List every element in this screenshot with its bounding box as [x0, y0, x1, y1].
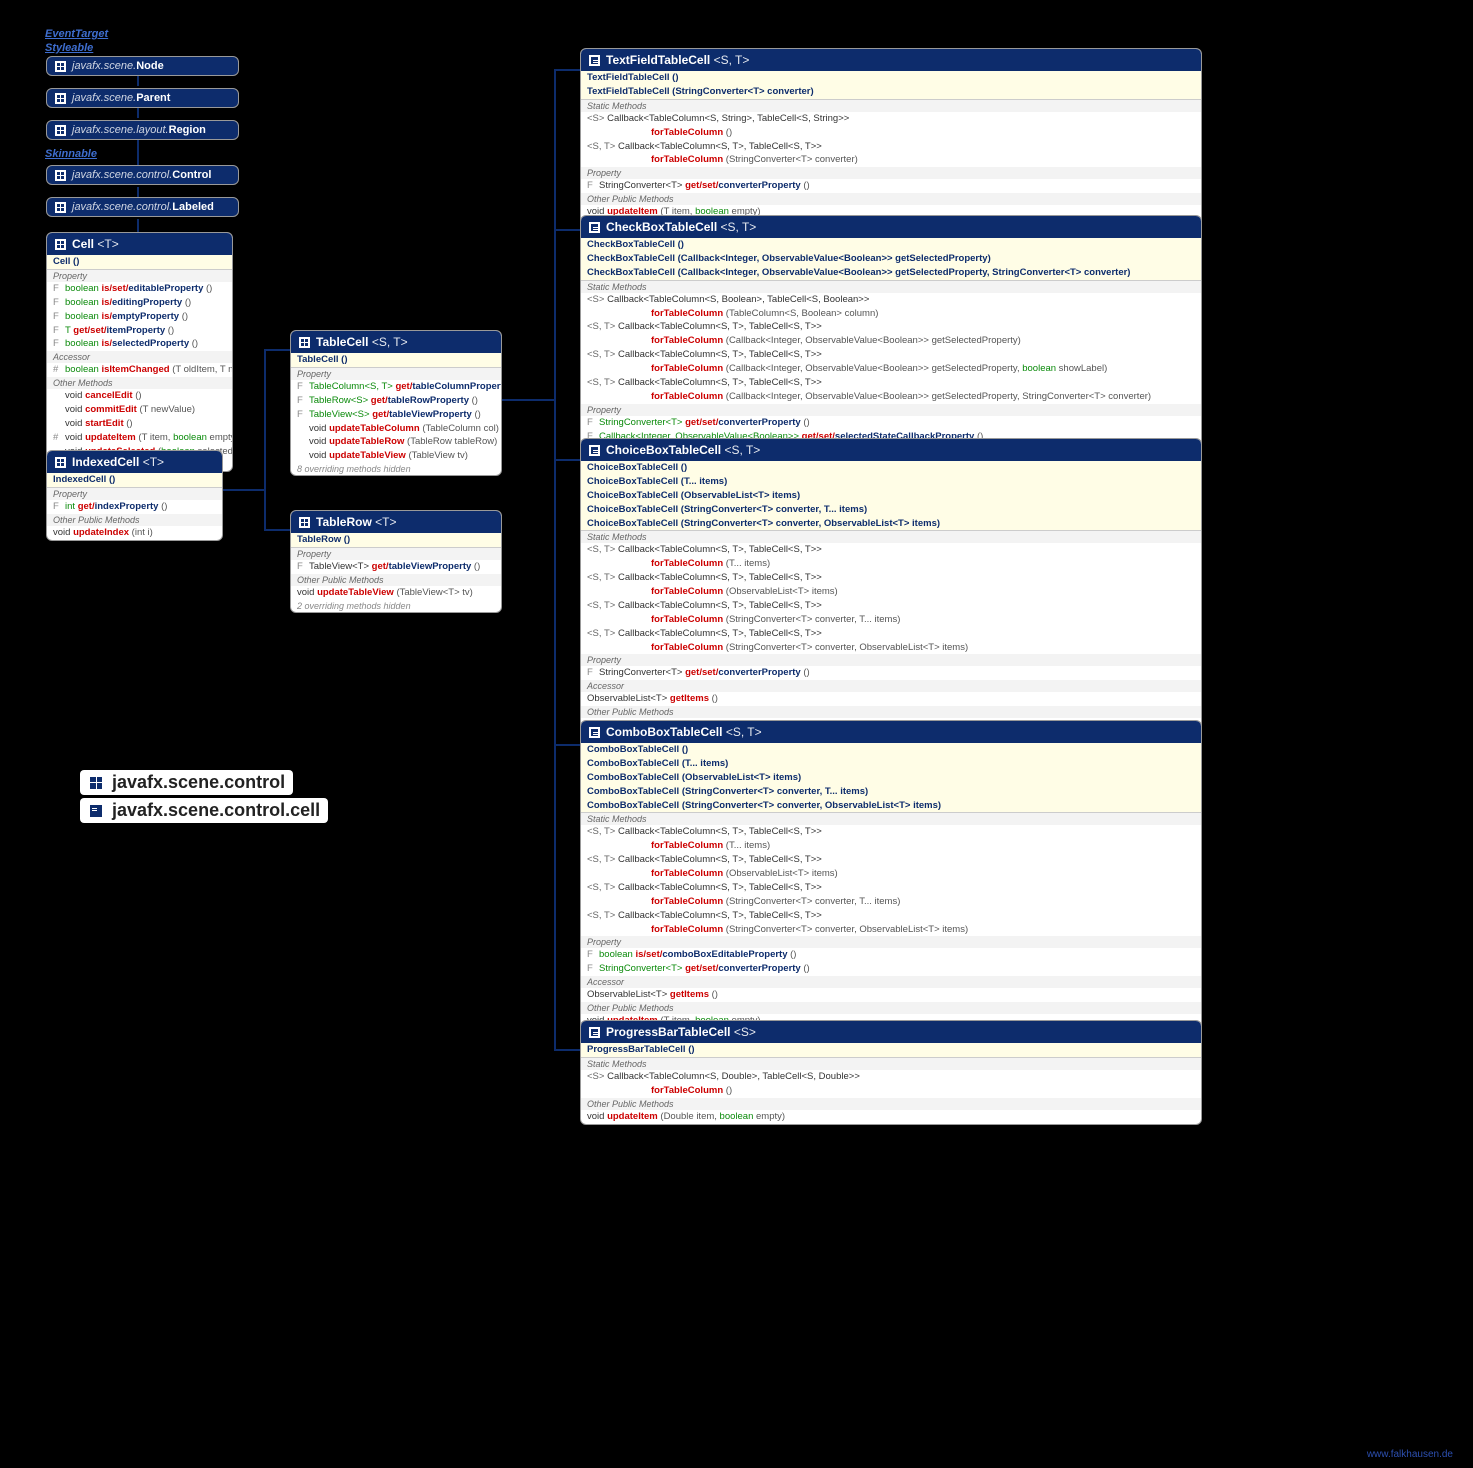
class-icon — [55, 202, 66, 213]
class-icon — [55, 93, 66, 104]
class-icon — [589, 222, 600, 233]
class-parent: javafx.scene.Parent — [46, 88, 239, 108]
class-icon — [55, 457, 66, 468]
class-node: javafx.scene.Node — [46, 56, 239, 76]
class-cell: Cell <T> Cell () Property Fboolean is/se… — [46, 232, 233, 472]
legend-control: javafx.scene.control — [80, 770, 293, 795]
class-icon — [299, 337, 310, 348]
class-progressbartablecell: ProgressBarTableCell <S> ProgressBarTabl… — [580, 1020, 1202, 1125]
class-icon — [55, 61, 66, 72]
class-icon — [55, 125, 66, 136]
interface-eventtarget[interactable]: EventTarget — [45, 28, 108, 40]
class-icon — [589, 445, 600, 456]
interface-styleable[interactable]: Styleable — [45, 42, 93, 54]
class-choiceboxtablecell: ChoiceBoxTableCell <S, T> ChoiceBoxTable… — [580, 438, 1202, 745]
class-labeled: javafx.scene.control.Labeled — [46, 197, 239, 217]
class-indexedcell: IndexedCell <T> IndexedCell () Property … — [46, 450, 223, 541]
class-icon — [589, 55, 600, 66]
package-icon — [88, 803, 104, 819]
class-tablerow: TableRow <T> TableRow () Property FTable… — [290, 510, 502, 613]
legend-cell: javafx.scene.control.cell — [80, 798, 328, 823]
class-control: javafx.scene.control.Control — [46, 165, 239, 185]
class-icon — [589, 727, 600, 738]
class-region: javafx.scene.layout.Region — [46, 120, 239, 140]
class-checkboxtablecell: CheckBoxTableCell <S, T> CheckBoxTableCe… — [580, 215, 1202, 470]
watermark: www.falkhausen.de — [1367, 1449, 1453, 1460]
class-icon — [55, 239, 66, 250]
class-textfieldtablecell: TextFieldTableCell <S, T> TextFieldTable… — [580, 48, 1202, 232]
class-icon — [55, 170, 66, 181]
class-icon — [299, 517, 310, 528]
interface-skinnable[interactable]: Skinnable — [45, 148, 97, 160]
class-comboboxtablecell: ComboBoxTableCell <S, T> ComboBoxTableCe… — [580, 720, 1202, 1041]
class-tablecell: TableCell <S, T> TableCell () Property F… — [290, 330, 502, 476]
class-icon — [589, 1027, 600, 1038]
package-icon — [88, 775, 104, 791]
